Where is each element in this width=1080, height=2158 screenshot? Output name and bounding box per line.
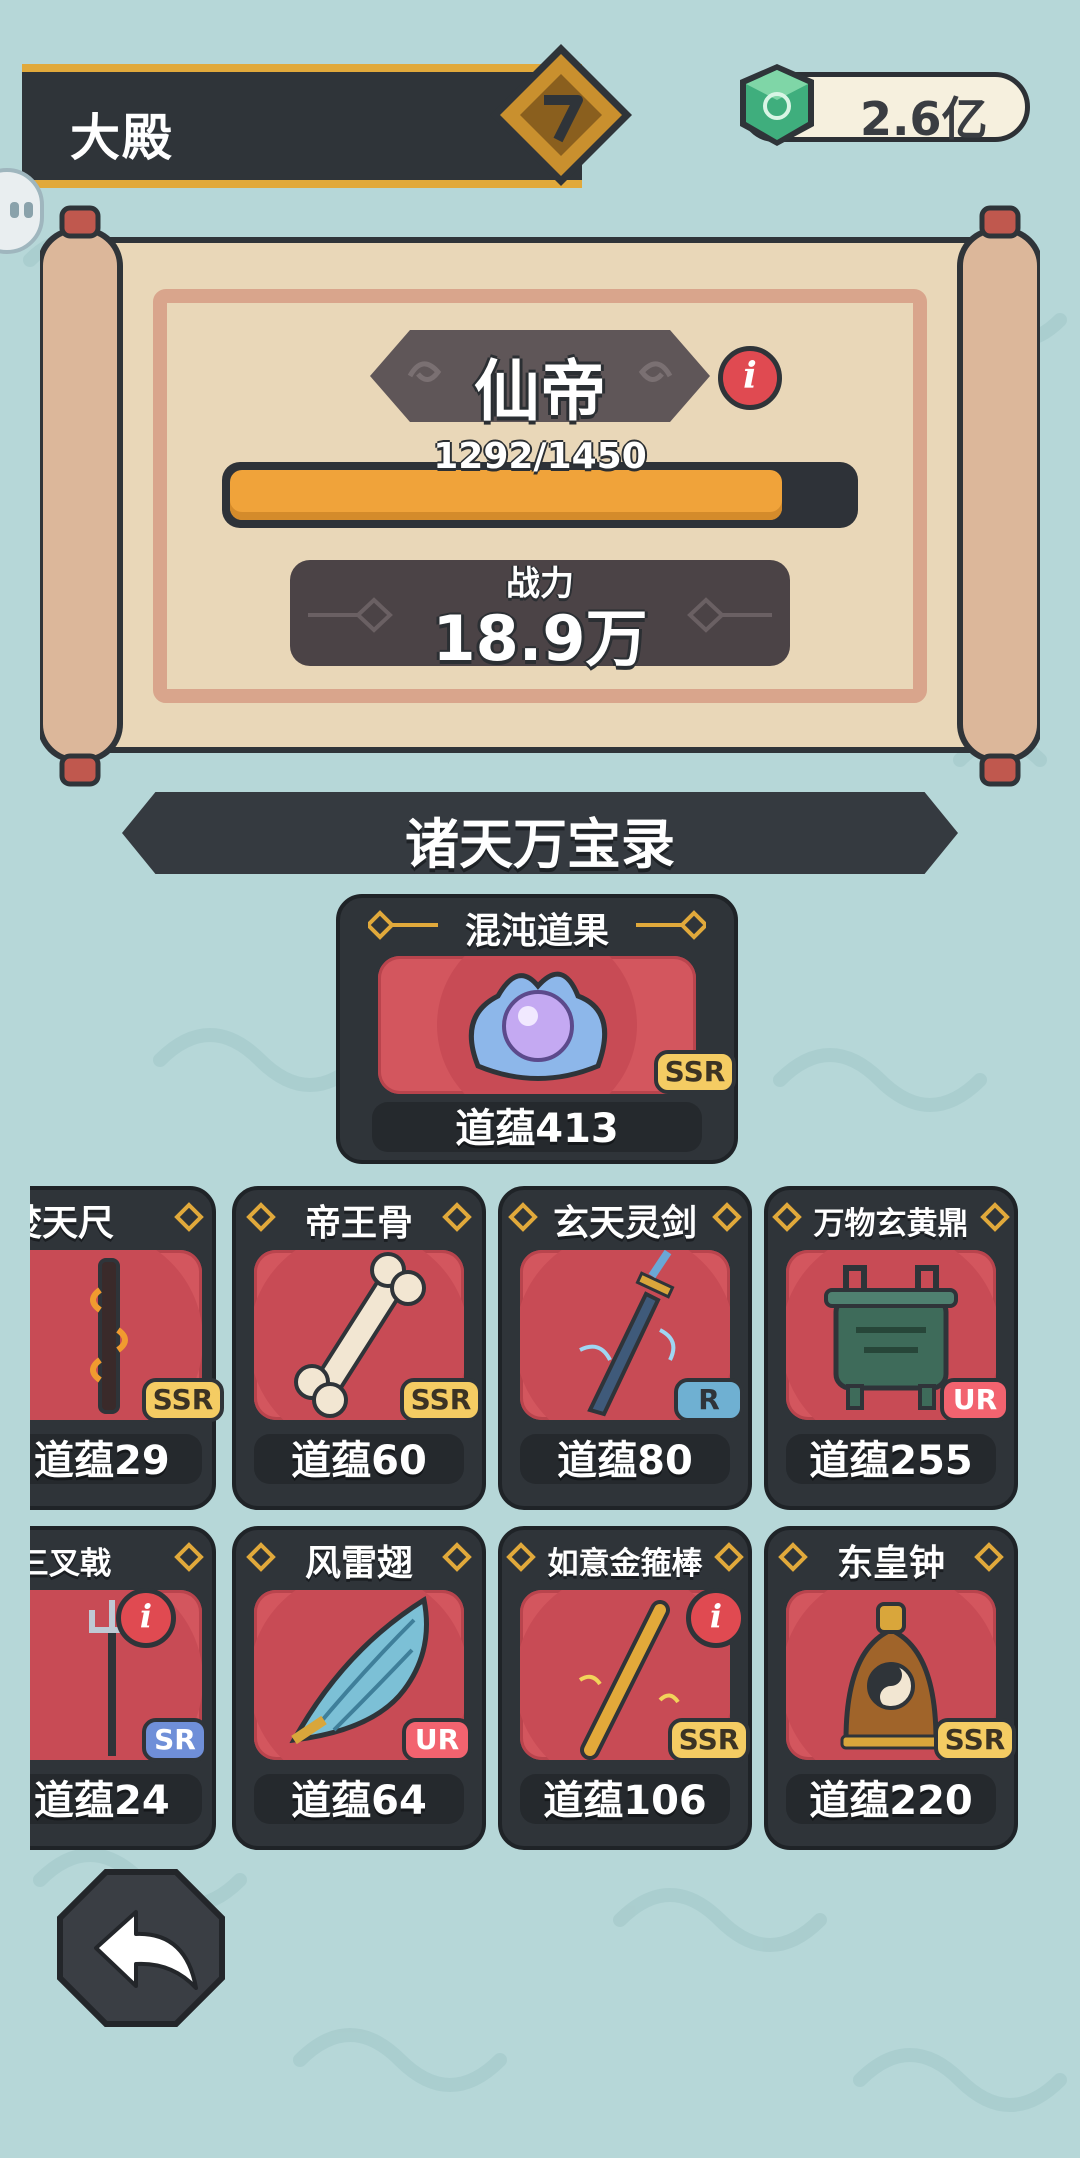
jade-gem-icon [740,64,814,146]
treasure-name: 海神三叉戟 [0,1546,111,1582]
treasure-value: 道蕴220 [809,1778,973,1824]
info-icon: i [139,1597,153,1635]
treasure-name: 混沌道果 [464,911,609,952]
treasure-value: 道蕴80 [557,1438,693,1484]
treasure-card[interactable]: 焚天尺 SSR 道蕴29 [0,1186,224,1510]
info-icon: i [709,1597,723,1635]
treasure-name: 如意金箍棒 [547,1546,703,1582]
currency-value: 2.6亿 [860,92,988,146]
rarity-badge: SR [142,1718,208,1762]
gold-ornament-icon [174,1542,204,1572]
rarity-badge: R [674,1378,744,1422]
info-icon: i [743,355,757,397]
treasure-card[interactable]: 风雷翅 UR 道蕴64 [232,1526,486,1850]
treasure-foot: 道蕴64 [254,1774,464,1824]
treasure-value: 道蕴60 [291,1438,427,1484]
treasure-card[interactable]: 帝王骨 SSR 道蕴60 [232,1186,486,1510]
treasure-foot: 道蕴255 [786,1434,996,1484]
rarity-badge: SSR [142,1378,224,1422]
rank-progress-fill [230,470,783,520]
treasure-info-button[interactable]: i [116,1588,176,1648]
rank-title-wrap: 仙帝 [370,330,710,430]
diamond-emblem-icon [490,44,632,186]
gold-ornament-icon [174,1202,204,1232]
combat-power-box: 战力 18.9万 [290,560,790,675]
treasure-card[interactable]: 如意金箍棒 i SSR 道蕴106 [498,1526,752,1850]
treasure-card[interactable]: 玄天灵剑 R 道蕴80 [498,1186,752,1510]
combat-power-value: 18.9万 [432,602,648,675]
rarity-badge: SSR [668,1718,750,1762]
treasure-value: 道蕴413 [455,1106,619,1152]
location-title: 大殿 [70,109,174,167]
treasure-foot: 道蕴24 [0,1774,202,1824]
treasure-card[interactable]: 海神三叉戟 i SR 道蕴24 [0,1526,216,1850]
treasure-value: 道蕴64 [291,1778,427,1824]
treasure-name: 东皇钟 [836,1543,945,1584]
rarity-badge: SSR [654,1050,736,1094]
rank-progress-text: 1292/1450 [433,436,647,477]
treasure-value: 道蕴29 [34,1438,170,1484]
rank-title: 仙帝 [474,353,606,430]
treasure-art [378,956,696,1094]
rarity-badge: UR [402,1718,472,1762]
treasure-name: 焚天尺 [6,1203,115,1244]
collection-banner: 诸天万宝录 [122,792,958,874]
treasure-foot: 道蕴413 [372,1102,702,1152]
rarity-badge: SSR [400,1378,482,1422]
treasure-foot: 道蕴80 [520,1434,730,1484]
treasure-value: 道蕴24 [34,1778,170,1824]
treasure-card-featured[interactable]: 混沌道果 SSR 道蕴413 [336,894,738,1164]
rarity-badge: UR [940,1378,1010,1422]
treasure-value: 道蕴255 [809,1438,973,1484]
treasure-foot: 道蕴220 [786,1774,996,1824]
treasure-card[interactable]: 东皇钟 SSR 道蕴220 [764,1526,1018,1850]
treasure-info-button[interactable]: i [686,1588,746,1648]
treasure-card[interactable]: 万物玄黄鼎 UR 道蕴255 [764,1186,1018,1510]
treasure-value: 道蕴106 [543,1778,707,1824]
rank-info-button[interactable]: i [718,346,782,410]
collection-title: 诸天万宝录 [405,813,675,876]
rarity-badge: SSR [934,1718,1016,1762]
treasure-name: 玄天灵剑 [552,1203,697,1244]
treasure-foot: 道蕴60 [254,1434,464,1484]
back-button[interactable] [56,1868,226,2028]
left-edge-mask [0,1180,30,1860]
treasure-foot: 道蕴106 [520,1774,730,1824]
treasure-foot: 道蕴29 [0,1434,202,1484]
treasure-name: 万物玄黄鼎 [813,1206,969,1242]
treasure-name: 风雷翅 [304,1543,413,1584]
chaos-fruit-icon [437,956,637,1094]
treasure-name: 帝王骨 [304,1203,413,1244]
